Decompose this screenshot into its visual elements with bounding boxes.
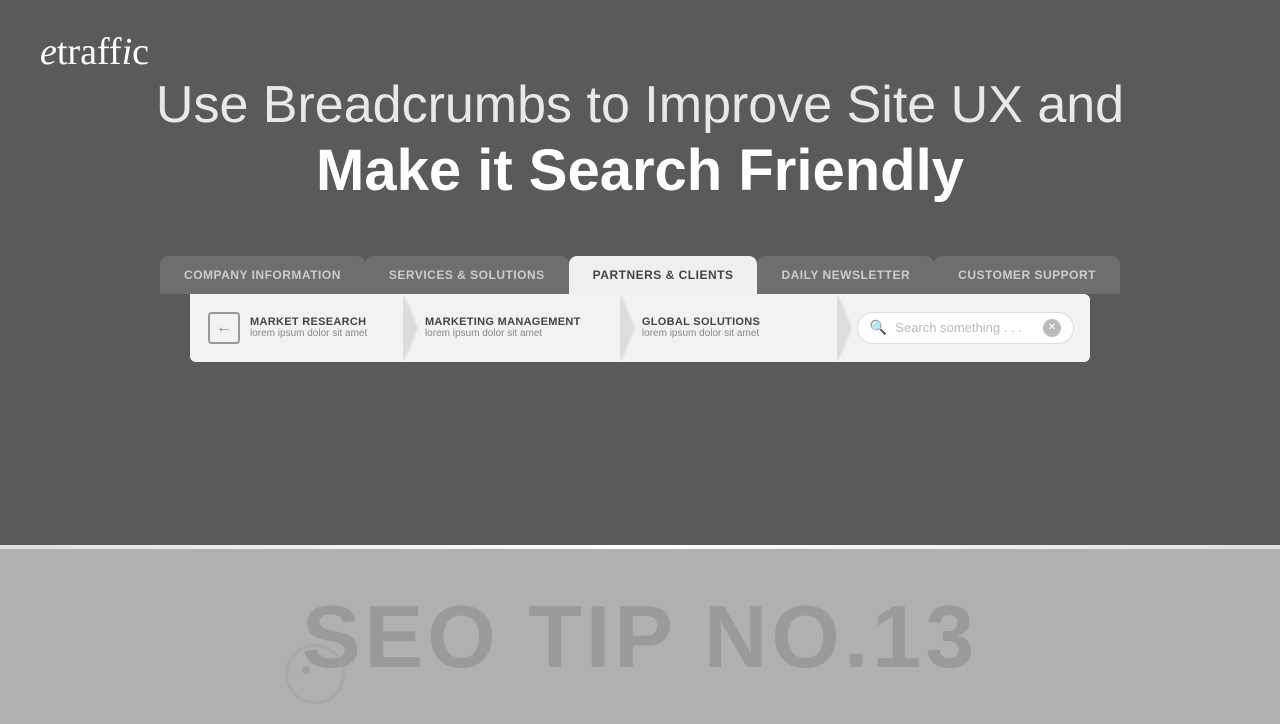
search-clear-button[interactable]: ✕ [1043, 319, 1061, 337]
breadcrumb-text-1: MARKET RESEARCH lorem ipsum dolor sit am… [250, 316, 367, 339]
circle-decoration [285, 644, 345, 704]
tab-partners-clients[interactable]: PARTNERS & CLIENTS [569, 256, 758, 294]
search-icon: 🔍 [870, 319, 887, 336]
headline-line2: Make it Search Friendly [40, 136, 1240, 206]
headline-line1: Use Breadcrumbs to Improve Site UX and [40, 74, 1240, 136]
breadcrumb-text-3: GLOBAL SOLUTIONS lorem ipsum dolor sit a… [642, 316, 760, 339]
search-placeholder-text: Search something . . . [895, 320, 1043, 335]
nav-tabs: COMPANY INFORMATION SERVICES & SOLUTIONS… [160, 256, 1120, 294]
breadcrumb-item-1[interactable]: ← MARKET RESEARCH lorem ipsum dolor sit … [190, 294, 407, 362]
search-box: 🔍 Search something . . . ✕ [857, 312, 1074, 344]
nav-breadcrumb-container: COMPANY INFORMATION SERVICES & SOLUTIONS… [40, 256, 1240, 362]
logo: etraffic [40, 30, 149, 74]
tab-customer-support[interactable]: CUSTOMER SUPPORT [934, 256, 1120, 294]
tab-services-solutions[interactable]: SERVICES & SOLUTIONS [365, 256, 569, 294]
headline-area: Use Breadcrumbs to Improve Site UX and M… [40, 74, 1240, 206]
logo-text: etraffic [40, 30, 149, 74]
seo-tip-text: SEO TIP NO.13 [302, 586, 978, 688]
search-item: 🔍 Search something . . . ✕ [841, 312, 1090, 344]
top-section: etraffic Use Breadcrumbs to Improve Site… [0, 0, 1280, 545]
bottom-section: SEO TIP NO.13 [0, 549, 1280, 724]
breadcrumb-item-2[interactable]: MARKETING MANAGEMENT lorem ipsum dolor s… [407, 294, 624, 362]
back-icon: ← [208, 312, 240, 344]
tab-company-information[interactable]: COMPANY INFORMATION [160, 256, 365, 294]
breadcrumb-item-3[interactable]: GLOBAL SOLUTIONS lorem ipsum dolor sit a… [624, 294, 841, 362]
circle-dot [302, 666, 310, 674]
breadcrumb-bar: ← MARKET RESEARCH lorem ipsum dolor sit … [190, 294, 1090, 362]
breadcrumb-text-2: MARKETING MANAGEMENT lorem ipsum dolor s… [425, 316, 581, 339]
tab-daily-newsletter[interactable]: DAILY NEWSLETTER [757, 256, 934, 294]
